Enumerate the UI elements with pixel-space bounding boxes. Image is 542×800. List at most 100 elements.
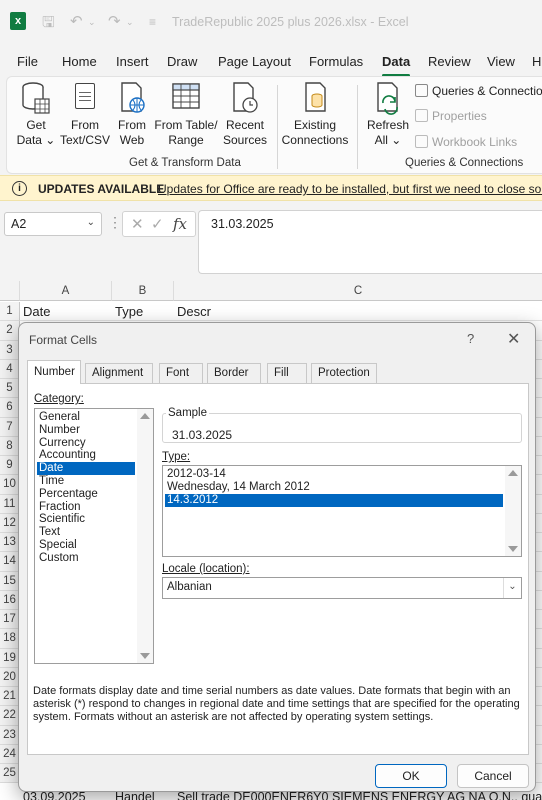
category-list[interactable]: General Number Currency Accounting Date Time P… (34, 408, 154, 664)
tab-page-layout[interactable]: Page Layout (218, 44, 291, 69)
redo-dropdown-icon[interactable]: ⌄ (126, 17, 134, 28)
name-box[interactable]: A2 ⌄ (4, 212, 102, 236)
undo-dropdown-icon[interactable]: ⌄ (88, 17, 96, 28)
select-all-corner[interactable] (0, 281, 20, 301)
type-item[interactable]: 14.3.2012 (165, 493, 503, 507)
updates-link[interactable]: Updates for Office are ready to be insta… (158, 182, 542, 196)
row-header[interactable]: 18 (0, 629, 20, 649)
category-item[interactable]: Number (37, 424, 135, 437)
row-header[interactable]: 12 (0, 513, 20, 533)
tab-fill[interactable]: Fill (267, 363, 307, 383)
type-scrollbar[interactable] (505, 466, 521, 556)
category-item[interactable]: Accounting (37, 449, 135, 462)
type-item[interactable]: Wednesday, 14 March 2012 (165, 481, 503, 494)
cell-b1[interactable]: Type (112, 302, 143, 321)
category-item[interactable]: Date (37, 462, 135, 476)
column-header-c[interactable]: C (174, 281, 542, 301)
chevron-down-icon[interactable]: ⌄ (87, 217, 95, 228)
column-header-b[interactable]: B (112, 281, 174, 301)
row-header[interactable]: 10 (0, 475, 20, 495)
cell-a1[interactable]: Date (20, 302, 50, 321)
row-header[interactable]: 13 (0, 533, 20, 553)
tab-insert[interactable]: Insert (116, 44, 149, 69)
category-item[interactable]: Percentage (37, 488, 135, 501)
category-item[interactable]: Scientific (37, 513, 135, 526)
column-header-a[interactable]: A (20, 281, 112, 301)
type-list[interactable]: 2012-03-14 Wednesday, 14 March 2012 14.3.2… (162, 465, 522, 557)
formula-input[interactable]: 31.03.2025 (198, 210, 542, 274)
tab-alignment[interactable]: Alignment (85, 363, 153, 383)
category-item[interactable]: Special (37, 539, 135, 552)
row-header[interactable]: 22 (0, 706, 20, 726)
type-item[interactable]: 2012-03-14 (165, 468, 503, 481)
workbook-links-button[interactable]: Workbook Links (415, 135, 517, 149)
row-header[interactable]: 2 (0, 321, 20, 341)
row-header[interactable]: 5 (0, 379, 20, 399)
tab-draw[interactable]: Draw (167, 44, 197, 69)
row-header[interactable]: 9 (0, 456, 20, 476)
tab-help[interactable]: H (532, 44, 541, 69)
save-icon[interactable]: 🖫 (42, 12, 55, 37)
category-item[interactable]: Custom (37, 552, 135, 565)
row-header[interactable]: 6 (0, 398, 20, 418)
row-header[interactable]: 3 (0, 340, 20, 360)
enter-check-icon[interactable]: ✓ (151, 215, 164, 233)
locale-dropdown[interactable]: Albanian ⌄ (162, 577, 522, 599)
row-header[interactable]: 4 (0, 359, 20, 379)
category-item[interactable]: Text (37, 526, 135, 539)
category-item[interactable]: Time (37, 475, 135, 488)
tab-font[interactable]: Font (159, 363, 203, 383)
tab-review[interactable]: Review (428, 44, 471, 69)
help-icon[interactable]: ? (467, 331, 474, 346)
ok-button[interactable]: OK (375, 764, 447, 788)
more-options-icon[interactable]: ⋮ (108, 214, 122, 231)
queries-connections-button[interactable]: Queries & Connections (415, 84, 542, 98)
refresh-all-button[interactable]: Refresh All ⌄ (365, 81, 411, 148)
row-header[interactable]: 25 (0, 764, 20, 784)
existing-connections-button[interactable]: Existing Connections (281, 81, 349, 148)
undo-icon[interactable]: ↶ (70, 12, 83, 30)
tab-border[interactable]: Border (207, 363, 261, 383)
insert-function-icon[interactable]: fx (173, 215, 187, 233)
scroll-down-icon[interactable] (508, 546, 518, 552)
row-header[interactable]: 7 (0, 417, 20, 437)
tab-home[interactable]: Home (62, 44, 97, 69)
tab-number[interactable]: Number (27, 360, 81, 384)
recent-sources-button[interactable]: Recent Sources (221, 81, 269, 148)
tab-view[interactable]: View (487, 44, 515, 69)
chevron-down-icon[interactable]: ⌄ (503, 578, 521, 598)
row-header[interactable]: 14 (0, 552, 20, 572)
row-header[interactable]: 23 (0, 725, 20, 745)
category-item[interactable]: Currency (37, 437, 135, 450)
row-header[interactable]: 8 (0, 436, 20, 456)
scroll-up-icon[interactable] (508, 470, 518, 476)
row-header[interactable]: 20 (0, 667, 20, 687)
row-header[interactable]: 17 (0, 610, 20, 630)
tab-protection[interactable]: Protection (311, 363, 377, 383)
redo-icon[interactable]: ↷ (108, 12, 121, 30)
cell-c1[interactable]: Descr (174, 302, 211, 321)
tab-formulas[interactable]: Formulas (309, 44, 363, 69)
category-item[interactable]: Fraction (37, 501, 135, 514)
row-header[interactable]: 16 (0, 590, 20, 610)
row-header[interactable]: 19 (0, 648, 20, 668)
from-text-csv-button[interactable]: From Text/CSV (59, 81, 111, 148)
row-header[interactable]: 24 (0, 744, 20, 764)
row-header[interactable]: 1 (0, 302, 20, 322)
scroll-up-icon[interactable] (140, 413, 150, 419)
from-web-button[interactable]: From Web (113, 81, 151, 148)
scroll-down-icon[interactable] (140, 653, 150, 659)
tab-file[interactable]: File (17, 44, 38, 69)
get-data-button[interactable]: Get Data ⌄ (15, 81, 57, 148)
close-icon[interactable]: ✕ (507, 329, 520, 349)
from-table-range-button[interactable]: From Table/ Range (153, 81, 219, 148)
cancel-x-icon[interactable]: ✕ (131, 215, 144, 233)
cancel-button[interactable]: Cancel (457, 764, 529, 788)
properties-button[interactable]: Properties (415, 109, 487, 123)
customize-toolbar-icon[interactable]: ≡ (149, 15, 156, 29)
row-header[interactable]: 11 (0, 494, 20, 514)
category-scrollbar[interactable] (137, 409, 153, 663)
tab-data[interactable]: Data (382, 44, 411, 77)
category-item[interactable]: General (37, 411, 135, 424)
row-header[interactable]: 15 (0, 571, 20, 591)
